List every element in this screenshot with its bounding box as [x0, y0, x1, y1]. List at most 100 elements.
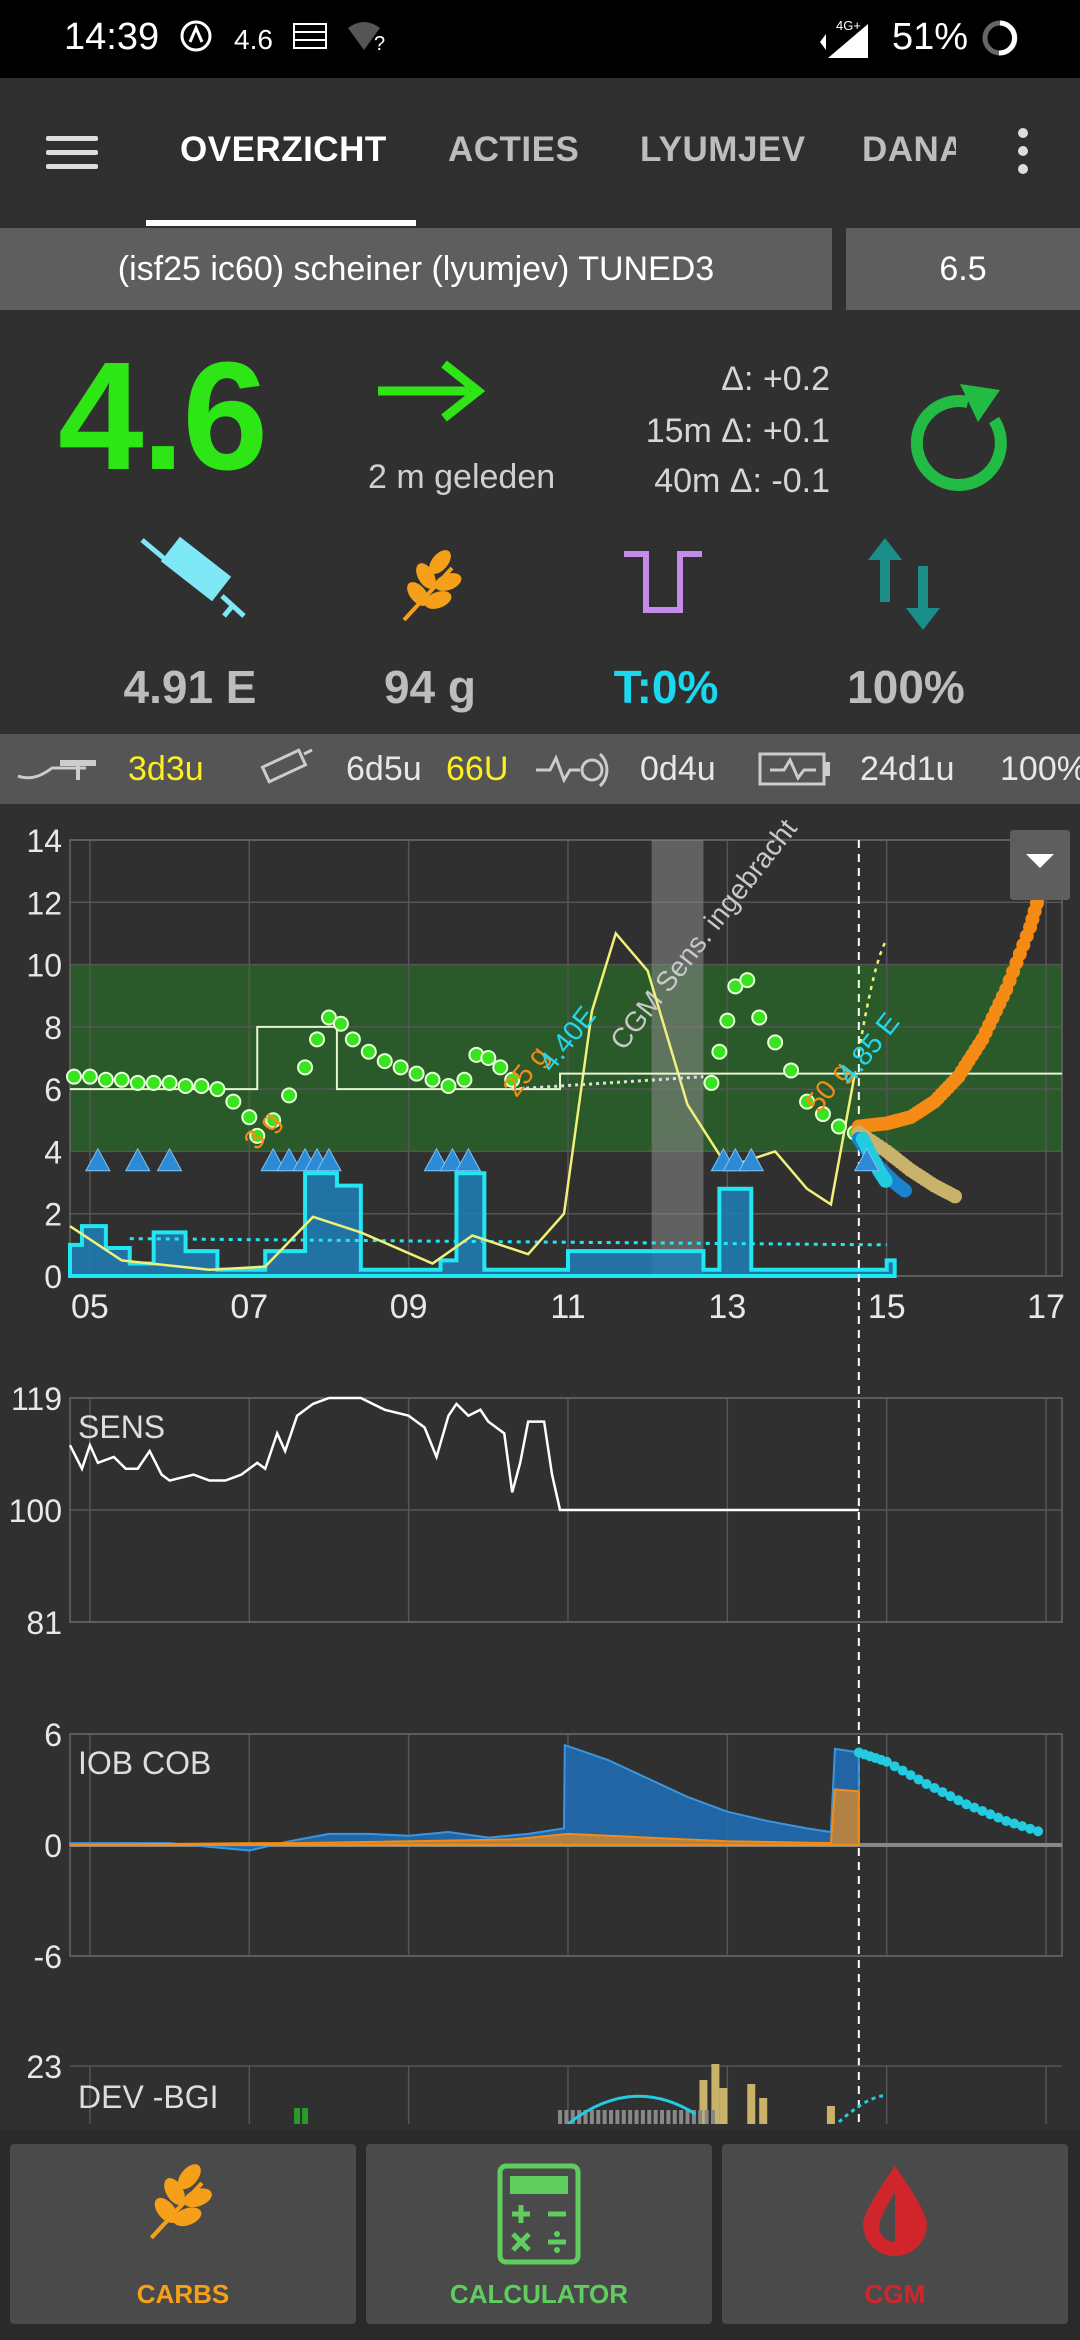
y-tick-label: 14	[26, 823, 62, 859]
tab-lyumjev[interactable]: LYUMJEV	[640, 130, 806, 170]
tab-overzicht[interactable]: OVERZICHT	[180, 130, 387, 170]
iob-prediction-point	[1033, 1826, 1044, 1837]
calculator-label: CALCULATOR	[449, 2279, 629, 2309]
bg-point	[830, 1118, 847, 1135]
tab-acties[interactable]: ACTIES	[448, 130, 579, 170]
signal-icon: 4G+	[818, 18, 874, 67]
sensor-warmup-band	[651, 840, 704, 1276]
iob-value[interactable]: 4.91 E	[80, 660, 300, 714]
trend-arrow-icon	[374, 356, 486, 431]
overflow-menu-icon[interactable]	[1016, 128, 1030, 178]
dev-bar	[609, 2110, 614, 2124]
svg-text:?: ?	[374, 33, 385, 54]
up-down-arrows-icon[interactable]	[866, 536, 942, 637]
dev-bar	[302, 2108, 309, 2124]
y-tick-label: 12	[26, 885, 62, 921]
dev-bar	[660, 2110, 665, 2124]
clock: 14:39	[64, 16, 160, 58]
x-tick-label: 09	[390, 1288, 428, 1326]
y-tick-label: 8	[44, 1010, 62, 1046]
status-lights-bar: 3d3u 6d5u 66U 0d4u 24d1u 100%	[0, 734, 1080, 804]
syringe-icon[interactable]	[136, 536, 252, 637]
prediction-point-tan	[948, 1189, 963, 1204]
x-tick-label: 05	[71, 1288, 109, 1326]
target-button[interactable]: 6.5	[846, 228, 1080, 310]
wifi-question-icon: ?	[344, 18, 390, 61]
prediction-point-cyan_dot	[878, 1173, 893, 1188]
dev-bar	[294, 2108, 301, 2124]
autosens-value[interactable]: 100%	[796, 660, 1016, 714]
bg-point	[440, 1078, 457, 1095]
bg-point	[225, 1093, 242, 1110]
bg-point	[97, 1071, 114, 1088]
status-bar: 14:39 4.6 ? 4G+ 51%	[0, 0, 1080, 78]
dev-bar	[719, 2088, 728, 2124]
dev-bar	[653, 2110, 658, 2124]
sensor-age: 0d4u	[640, 750, 716, 788]
time-ago: 2 m geleden	[368, 458, 556, 496]
aaps-icon	[178, 18, 214, 61]
bg-point	[767, 1034, 784, 1051]
active-profile-button[interactable]: (isf25 ic60) scheiner (lyumjev) TUNED3	[0, 228, 832, 310]
basal-area	[68, 1171, 897, 1278]
delta-40m: 40m Δ: -0.1	[654, 462, 830, 500]
bg-point	[281, 1087, 298, 1104]
graphs-area[interactable]: 0246810121405 07 09 11 13 15 17CGM Sens. ingeb…	[0, 804, 1080, 2124]
sens-title: SENS	[78, 1409, 165, 1445]
bg-point	[297, 1059, 314, 1076]
bg-point	[344, 1031, 361, 1048]
y-tick-label: 0	[44, 1259, 62, 1295]
menu-icon[interactable]	[46, 136, 98, 172]
bg-point	[456, 1071, 473, 1088]
bg-point	[719, 1012, 736, 1029]
dev-bar	[615, 2110, 620, 2124]
bg-point	[309, 1031, 326, 1048]
bg-point	[193, 1078, 210, 1095]
carbs-button[interactable]: CARBS	[10, 2144, 356, 2324]
bg-point	[739, 972, 756, 989]
dev-bar	[628, 2110, 633, 2124]
network-type: 4G+	[836, 18, 861, 33]
cob-value[interactable]: 94 g	[320, 660, 540, 714]
dev-bar	[589, 2110, 594, 2124]
bg-point	[113, 1071, 130, 1088]
temp-basal-icon[interactable]	[622, 546, 704, 623]
y-tick-label: 0	[44, 1828, 62, 1864]
y-tick-label: 10	[26, 948, 62, 984]
temp-basal-value[interactable]: T:0%	[556, 660, 776, 714]
dev-bar	[602, 2110, 607, 2124]
x-tick-label: 17	[1027, 1288, 1065, 1326]
wheat-icon[interactable]	[396, 548, 472, 629]
dev-bar	[759, 2098, 768, 2124]
dev-bar	[596, 2110, 601, 2124]
delta-15m: 15m Δ: +0.1	[645, 412, 830, 450]
loop-status-icon[interactable]	[898, 380, 1018, 505]
dev-bar	[634, 2110, 639, 2124]
bg-point	[480, 1050, 497, 1066]
calculator-button[interactable]: CALCULATOR	[366, 2144, 712, 2324]
bg-point	[65, 1068, 82, 1085]
dev-bar	[621, 2110, 626, 2124]
pump-battery-age: 24d1u	[860, 750, 955, 788]
bg-point	[360, 1043, 377, 1060]
dev-bar	[640, 2110, 645, 2124]
bg-point	[751, 1009, 768, 1026]
dev-bar	[685, 2110, 690, 2124]
delta: Δ: +0.2	[721, 360, 830, 398]
bgi-prediction	[837, 2094, 887, 2124]
cgm-button[interactable]: CGM	[722, 2144, 1068, 2324]
sensor-icon	[534, 746, 616, 799]
bg-point	[376, 1053, 393, 1070]
y-tick-label: 23	[26, 2049, 62, 2085]
wheat-icon	[149, 2164, 212, 2240]
dev-bar	[647, 2110, 652, 2124]
pump-battery-icon	[756, 748, 836, 797]
bg-point	[392, 1059, 409, 1076]
tab-dana[interactable]: DANA	[862, 130, 956, 170]
bg-point	[129, 1074, 146, 1091]
bg-point	[703, 1074, 720, 1091]
prediction-point-blue	[897, 1183, 912, 1198]
dev-bar	[564, 2110, 569, 2124]
blood-drop-icon	[863, 2166, 927, 2256]
cannula-age: 3d3u	[128, 750, 204, 788]
